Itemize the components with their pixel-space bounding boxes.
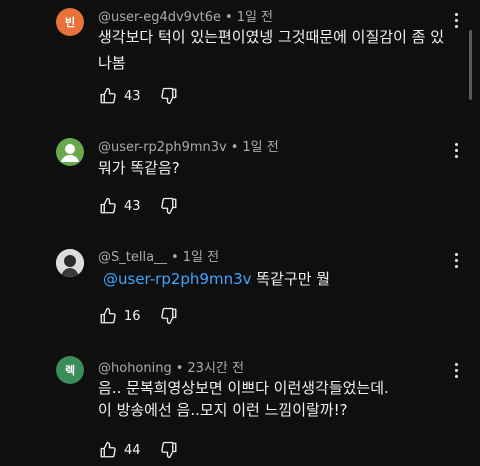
scrollbar[interactable]	[469, 30, 472, 100]
timestamp[interactable]: 1일 전	[242, 140, 278, 155]
like-count: 16	[124, 308, 141, 324]
avatar-letter: 빈	[64, 16, 76, 29]
comment-line: 나봄	[98, 54, 126, 72]
username[interactable]: @S_tella__	[98, 250, 167, 265]
thumbs-up-icon[interactable]	[98, 306, 118, 326]
avatar[interactable]	[56, 249, 84, 277]
default-avatar-icon	[61, 144, 79, 162]
like-count: 43	[124, 88, 141, 104]
mention-link[interactable]: @user-rp2ph9mn3v	[103, 270, 252, 288]
like-count: 43	[124, 198, 141, 214]
comment-text: 음.. 문복희영상보면 이쁘다 이런생각들었는데. 이 방송에선 음..모지 이…	[98, 377, 389, 421]
username[interactable]: @user-eg4dv9vt6e	[98, 10, 221, 25]
thumbs-down-icon[interactable]	[159, 440, 179, 460]
more-vert-icon[interactable]	[448, 250, 464, 270]
comment-line: 생각보다 턱이 있는편이였넹 그것때문에 이질감이 좀 있	[98, 28, 445, 46]
thumbs-up-icon[interactable]	[98, 196, 118, 216]
avatar[interactable]: 렉	[56, 356, 84, 384]
separator: •	[230, 140, 239, 155]
comment-actions: 16	[98, 306, 179, 326]
comment-header: @S_tella__ • 1일 전	[98, 246, 219, 265]
comment-header: @user-eg4dv9vt6e • 1일 전	[98, 6, 273, 25]
more-vert-icon[interactable]	[448, 140, 464, 160]
comment-line: 음.. 문복희영상보면 이쁘다 이런생각들었는데.	[98, 379, 389, 397]
comment-line: 이 방송에선 음..모지 이런 느낌이랄까!?	[98, 401, 348, 419]
more-vert-icon[interactable]	[448, 10, 464, 30]
separator: •	[175, 361, 184, 376]
comment-line: 뭐가 똑같음?	[98, 159, 180, 177]
comment-text: 뭐가 똑같음?	[98, 157, 180, 179]
thumbs-down-icon[interactable]	[159, 86, 179, 106]
thumbs-up-icon[interactable]	[98, 86, 118, 106]
avatar[interactable]: 빈	[56, 8, 84, 36]
thumbs-down-icon[interactable]	[159, 306, 179, 326]
comment-actions: 43	[98, 196, 179, 216]
avatar[interactable]	[56, 138, 84, 166]
avatar-letter: 렉	[64, 364, 76, 377]
comment-header: @hohoning • 23시간 전	[98, 357, 244, 376]
comment-actions: 44	[98, 440, 179, 460]
comment-line: 똑같구만 뭘	[256, 270, 331, 288]
comment-actions: 43	[98, 86, 179, 106]
timestamp[interactable]: 1일 전	[183, 250, 219, 265]
separator: •	[171, 250, 179, 265]
comment-text: 생각보다 턱이 있는편이였넹 그것때문에 이질감이 좀 있 나봄	[98, 26, 444, 74]
username[interactable]: @user-rp2ph9mn3v	[98, 140, 227, 155]
more-vert-icon[interactable]	[448, 360, 464, 380]
comment-header: @user-rp2ph9mn3v • 1일 전	[98, 136, 279, 155]
timestamp[interactable]: 23시간 전	[187, 361, 244, 376]
comment-text: @user-rp2ph9mn3v 똑같구만 뭘	[103, 268, 330, 290]
timestamp[interactable]: 1일 전	[237, 10, 273, 25]
thumbs-down-icon[interactable]	[159, 196, 179, 216]
username[interactable]: @hohoning	[98, 361, 172, 376]
separator: •	[225, 10, 233, 25]
thumbs-up-icon[interactable]	[98, 440, 118, 460]
profile-photo-icon	[56, 249, 84, 277]
like-count: 44	[124, 442, 141, 458]
